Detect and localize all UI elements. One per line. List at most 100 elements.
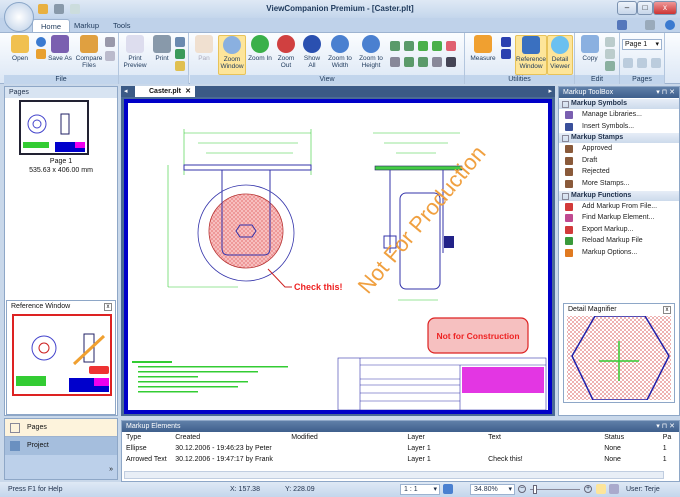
reset-icon[interactable] — [446, 41, 456, 51]
toolbox-item[interactable]: Rejected — [559, 166, 679, 178]
scroll-tabs-left-icon[interactable]: ◂ — [124, 87, 128, 95]
column-header[interactable]: Created — [171, 432, 287, 443]
scale-select[interactable]: 1 : 1 ▾ — [400, 484, 440, 495]
zoom-icon[interactable] — [390, 57, 400, 67]
zoom-icon[interactable] — [404, 57, 414, 67]
more-buttons-icon[interactable]: » — [109, 466, 113, 473]
toolbox-item[interactable]: Reload Markup File — [559, 235, 679, 247]
print-settings-icon[interactable] — [175, 61, 185, 71]
tab-tools[interactable]: Tools — [105, 19, 139, 32]
show-all-button[interactable]: Show All — [300, 35, 324, 69]
measure-button[interactable]: Measure — [467, 35, 499, 62]
markup-toggle-icon[interactable] — [596, 484, 606, 494]
toolbox-item[interactable]: Manage Libraries... — [559, 109, 679, 121]
reference-window-button[interactable]: Reference Window — [515, 35, 547, 75]
toolbox-item[interactable]: Find Markup Element... — [559, 212, 679, 224]
detail-viewer-button[interactable]: Detail Viewer — [547, 35, 573, 75]
next-page-icon[interactable] — [651, 58, 661, 68]
maximize-button[interactable]: □ — [637, 1, 653, 15]
save-as-button[interactable]: Save As — [48, 35, 72, 62]
application-button[interactable] — [4, 2, 34, 32]
zoom-out-button[interactable]: Zoom Out — [274, 35, 298, 69]
zoom-slider[interactable] — [530, 485, 580, 494]
printer-setup-icon[interactable] — [175, 37, 185, 47]
toolbox-item[interactable]: Insert Symbols... — [559, 121, 679, 133]
close-file-icon[interactable] — [105, 51, 115, 61]
save-icon[interactable] — [105, 37, 115, 47]
select-icon[interactable] — [605, 49, 615, 59]
reference-viewport[interactable] — [12, 314, 112, 396]
zoom-out-button[interactable]: − — [518, 485, 526, 493]
table-row[interactable]: Ellipse 30.12.2006 - 19:46:23 by Peter Lay… — [122, 443, 679, 454]
zoom-to-height-button[interactable]: Zoom to Height — [356, 35, 386, 69]
horizontal-scrollbar[interactable] — [124, 471, 664, 479]
axes-icon[interactable] — [609, 484, 619, 494]
close-icon[interactable]: x — [104, 303, 112, 311]
column-header[interactable]: Type — [122, 432, 171, 443]
page-select[interactable]: Page 1 ▾ — [622, 39, 662, 50]
drawing-canvas[interactable]: Check this! Not For Production Not for C… — [124, 99, 552, 414]
display-icon[interactable] — [446, 57, 456, 67]
style-icon[interactable] — [617, 20, 627, 30]
paste-icon[interactable] — [605, 61, 615, 71]
nav-project[interactable]: Project — [5, 437, 117, 455]
panel-controls-icon[interactable]: ▾ ⊓ ✕ — [656, 421, 675, 432]
close-button[interactable]: x — [653, 1, 677, 15]
zoom-select[interactable]: 34.80% ▾ — [470, 484, 515, 495]
section-header[interactable]: Markup Functions — [559, 190, 679, 201]
toolbox-item[interactable]: Add Markup From File... — [559, 201, 679, 213]
print-icon[interactable] — [54, 4, 64, 14]
toolbox-item[interactable]: Draft — [559, 155, 679, 167]
toolbox-item[interactable]: Markup Options... — [559, 247, 679, 259]
zoom-icon[interactable] — [418, 57, 428, 67]
folder-icon[interactable] — [36, 49, 46, 59]
print-button[interactable]: Print — [151, 35, 173, 62]
first-page-icon[interactable] — [623, 58, 633, 68]
previous-page-icon[interactable] — [637, 58, 647, 68]
cut-icon[interactable] — [605, 37, 615, 47]
preview-icon[interactable] — [70, 4, 80, 14]
flip-icon[interactable] — [432, 41, 442, 51]
column-header[interactable]: Layer — [403, 432, 484, 443]
close-tab-icon[interactable]: ✕ — [185, 86, 191, 97]
column-header[interactable]: Status — [600, 432, 659, 443]
open-button[interactable]: Open — [6, 35, 34, 62]
copy-button[interactable]: Copy — [578, 35, 602, 62]
print-preview-button[interactable]: Print Preview — [121, 35, 149, 69]
toolbox-item[interactable]: More Stamps... — [559, 178, 679, 190]
close-icon[interactable]: x — [663, 306, 671, 314]
column-header[interactable]: Pa — [659, 432, 679, 443]
quick-access-toolbar[interactable] — [38, 4, 88, 14]
zoom-to-width-button[interactable]: Zoom to Width — [326, 35, 354, 69]
table-row[interactable]: Arrowed Text 30.12.2006 - 19:47:17 by Fra… — [122, 454, 679, 465]
minimize-button[interactable]: – — [617, 1, 637, 15]
column-header[interactable]: Modified — [287, 432, 403, 443]
pan-button[interactable]: Pan — [192, 35, 216, 62]
check-annotation[interactable]: Check this! — [294, 282, 343, 292]
rotate-icon[interactable] — [390, 41, 400, 51]
layer-icon[interactable] — [501, 37, 511, 47]
toolbox-item[interactable]: Approved — [559, 143, 679, 155]
layer-icon[interactable] — [501, 49, 511, 59]
rotate-icon[interactable] — [404, 41, 414, 51]
watermark-annotation[interactable]: Not For Production — [353, 141, 491, 299]
open-icon[interactable] — [38, 4, 48, 14]
scroll-tabs-right-icon[interactable]: ▸ — [548, 87, 552, 95]
scale-icon[interactable] — [443, 484, 453, 494]
zoom-in-button[interactable]: + — [584, 485, 592, 493]
section-header[interactable]: Markup Symbols — [559, 99, 679, 109]
page-thumbnail[interactable] — [19, 100, 89, 155]
column-header[interactable]: Text — [484, 432, 600, 443]
section-header[interactable]: Markup Stamps — [559, 133, 679, 144]
zoom-icon[interactable] — [432, 57, 442, 67]
help-icon[interactable] — [665, 20, 675, 30]
nav-pages[interactable]: Pages — [5, 419, 117, 437]
tab-home[interactable]: Home — [32, 19, 71, 32]
info-icon[interactable] — [36, 37, 46, 47]
zoom-window-button[interactable]: Zoom Window — [218, 35, 246, 75]
tab-caster[interactable]: Caster.plt ✕ — [135, 86, 195, 97]
window-icon[interactable] — [645, 20, 655, 30]
tab-markup[interactable]: Markup — [66, 19, 107, 32]
compare-files-button[interactable]: Compare Files — [74, 35, 104, 69]
mirror-icon[interactable] — [418, 41, 428, 51]
